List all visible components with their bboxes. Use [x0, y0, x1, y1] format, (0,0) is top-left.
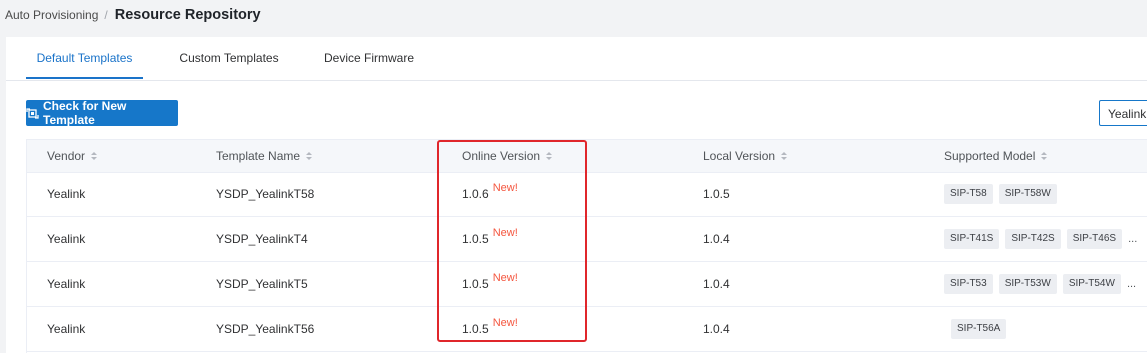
- column-local-version[interactable]: Local Version: [703, 140, 788, 172]
- sort-icon[interactable]: [91, 152, 98, 160]
- template-name-cell: YSDP_YealinkT56: [216, 322, 315, 336]
- column-template-name[interactable]: Template Name: [216, 140, 313, 172]
- supported-model-cell: SIP-T56A: [951, 307, 1012, 351]
- new-badge: New!: [492, 182, 518, 194]
- column-online-version[interactable]: Online Version: [462, 140, 553, 172]
- page-title: Resource Repository: [114, 7, 261, 23]
- online-version-cell: 1.0.6 New!: [462, 182, 518, 201]
- templates-table: Vendor Template Name Online Version Loca…: [26, 139, 1147, 353]
- online-version-cell: 1.0.5 New!: [462, 227, 518, 246]
- supported-model-cell: SIP-T41S SIP-T42S SIP-T46S ...: [944, 217, 1137, 261]
- supported-model-cell: SIP-T53 SIP-T53W SIP-T54W ...: [944, 262, 1136, 306]
- local-version-cell: 1.0.4: [703, 232, 730, 246]
- model-tag: SIP-T53W: [998, 274, 1057, 294]
- tab-custom-templates[interactable]: Custom Templates: [163, 37, 295, 80]
- template-name-cell: YSDP_YealinkT58: [216, 187, 315, 201]
- local-version-cell: 1.0.4: [703, 277, 730, 291]
- refresh-chip-icon: [26, 107, 39, 120]
- model-tag: SIP-T56A: [951, 319, 1007, 339]
- tab-bar: Default Templates Custom Templates Devic…: [6, 37, 1147, 81]
- tab-device-firmware[interactable]: Device Firmware: [313, 37, 425, 80]
- breadcrumb: Auto Provisioning / Resource Repository: [5, 6, 261, 24]
- new-badge: New!: [492, 272, 518, 284]
- vendor-cell: Yealink: [47, 277, 86, 291]
- table-row[interactable]: Yealink YSDP_YealinkT5 1.0.5 New! 1.0.4 …: [27, 262, 1147, 307]
- model-tag: SIP-T58: [944, 184, 993, 204]
- breadcrumb-parent[interactable]: Auto Provisioning: [5, 8, 98, 22]
- online-version-cell: 1.0.5 New!: [462, 272, 518, 291]
- table-header: Vendor Template Name Online Version Loca…: [27, 139, 1147, 173]
- model-tag: SIP-T54W: [1062, 274, 1121, 294]
- model-tag: SIP-T42S: [1005, 229, 1061, 249]
- breadcrumb-separator: /: [104, 8, 108, 22]
- column-vendor[interactable]: Vendor: [47, 140, 98, 172]
- content-panel: Default Templates Custom Templates Devic…: [6, 37, 1147, 353]
- check-new-template-button[interactable]: Check for New Template: [26, 99, 178, 127]
- vendor-filter-input[interactable]: Yealink: [1099, 100, 1147, 126]
- model-tag: SIP-T46S: [1066, 229, 1123, 249]
- more-models-ellipsis[interactable]: ...: [1127, 278, 1136, 290]
- table-row[interactable]: Yealink YSDP_YealinkT4 1.0.5 New! 1.0.4 …: [27, 217, 1147, 262]
- supported-model-cell: SIP-T58 SIP-T58W: [944, 172, 1063, 216]
- local-version-cell: 1.0.4: [703, 322, 730, 336]
- vendor-cell: Yealink: [47, 187, 86, 201]
- tab-default-templates[interactable]: Default Templates: [26, 37, 143, 80]
- sort-icon[interactable]: [306, 152, 313, 160]
- model-tag: SIP-T41S: [944, 229, 1000, 249]
- model-tag: SIP-T53: [944, 274, 993, 294]
- new-badge: New!: [492, 317, 518, 329]
- more-models-ellipsis[interactable]: ...: [1128, 233, 1137, 245]
- table-row[interactable]: Yealink YSDP_YealinkT56 1.0.5 New! 1.0.4…: [27, 307, 1147, 352]
- sort-icon[interactable]: [781, 152, 788, 160]
- template-name-cell: YSDP_YealinkT4: [216, 232, 308, 246]
- local-version-cell: 1.0.5: [703, 187, 730, 201]
- online-version-cell: 1.0.5 New!: [462, 317, 518, 336]
- active-tab-indicator: [26, 77, 143, 79]
- table-row[interactable]: Yealink YSDP_YealinkT58 1.0.6 New! 1.0.5…: [27, 172, 1147, 217]
- model-tag: SIP-T58W: [998, 184, 1057, 204]
- sort-icon[interactable]: [546, 152, 553, 160]
- template-name-cell: YSDP_YealinkT5: [216, 277, 308, 291]
- sort-icon[interactable]: [1041, 152, 1048, 160]
- new-badge: New!: [492, 227, 518, 239]
- column-supported-model[interactable]: Supported Model: [944, 140, 1048, 172]
- vendor-cell: Yealink: [47, 322, 86, 336]
- check-new-template-label: Check for New Template: [43, 99, 127, 127]
- vendor-cell: Yealink: [47, 232, 86, 246]
